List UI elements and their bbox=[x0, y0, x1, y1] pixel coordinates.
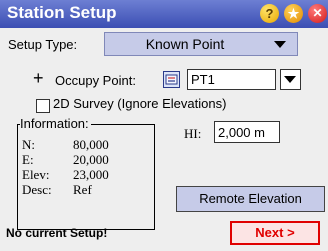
point-pick-icon[interactable] bbox=[163, 71, 180, 88]
2d-survey-label: 2D Survey (Ignore Elevations) bbox=[53, 96, 227, 111]
hi-label: HI: bbox=[184, 126, 202, 141]
window-title: Station Setup bbox=[7, 3, 117, 22]
hi-input[interactable]: 2,000 m bbox=[214, 121, 280, 143]
info-row-n: N: 80,000 bbox=[22, 137, 109, 152]
close-icon[interactable]: ✕ bbox=[308, 4, 327, 23]
info-row-desc: Desc: Ref bbox=[22, 182, 92, 197]
add-point-icon[interactable]: + bbox=[33, 69, 44, 87]
next-button[interactable]: Next > bbox=[230, 221, 320, 245]
occupy-point-input[interactable]: PT1 bbox=[187, 69, 276, 90]
info-row-e: E: 20,000 bbox=[22, 152, 109, 167]
title-bar: Station Setup ? ★ ✕ bbox=[0, 0, 328, 28]
remote-elevation-button[interactable]: Remote Elevation bbox=[176, 186, 325, 212]
status-text: No current Setup! bbox=[6, 226, 108, 240]
help-icon[interactable]: ? bbox=[260, 4, 279, 23]
setup-type-label: Setup Type: bbox=[8, 37, 78, 52]
dropdown-arrow-icon bbox=[284, 76, 296, 83]
occupy-point-dropdown-button[interactable] bbox=[280, 69, 301, 90]
2d-survey-checkbox[interactable] bbox=[36, 99, 50, 113]
dropdown-arrow-icon bbox=[274, 41, 286, 48]
occupy-point-label: Occupy Point: bbox=[55, 73, 136, 88]
information-rows: N: 80,000 E: 20,000 Elev: 23,000 Desc: Ref bbox=[22, 137, 109, 197]
setup-type-dropdown[interactable]: Known Point bbox=[104, 32, 298, 56]
star-icon[interactable]: ★ bbox=[284, 4, 303, 23]
setup-type-value: Known Point bbox=[145, 36, 225, 52]
info-row-elev: Elev: 23,000 bbox=[22, 167, 109, 182]
information-title: Information: bbox=[20, 116, 91, 131]
